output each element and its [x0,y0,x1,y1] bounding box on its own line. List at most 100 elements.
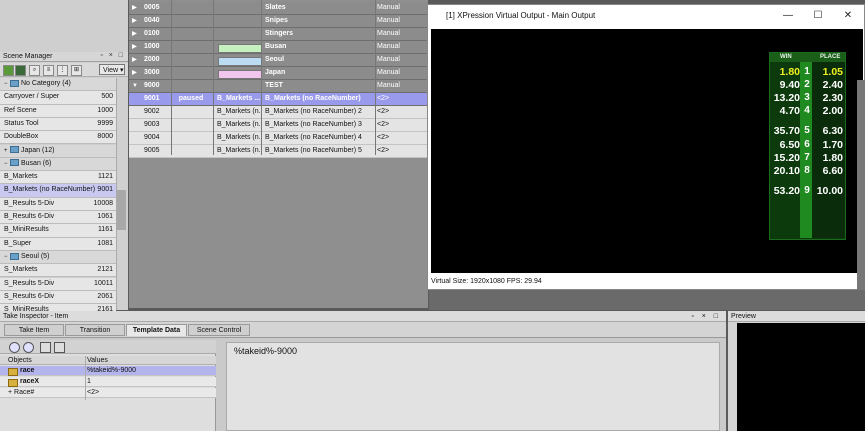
columns-icon[interactable]: ⋮ [57,65,68,76]
take-inspector-title-text: Take Inspector - Item [3,313,69,320]
scene-label: No Category (4) [21,80,71,87]
take-item-row[interactable]: 9002 B_Markets (n... B_Markets (no RaceNum… [129,106,428,119]
scoreboard-row: 53.20 9 10.00 [770,183,845,199]
tab-take-item[interactable]: Take Item [4,324,64,336]
link-icon[interactable] [40,342,51,353]
take-group-row[interactable]: ▶ 0005 Slates Manual [129,2,428,15]
scene-category[interactable]: − No Category (4) [0,78,116,92]
column-divider[interactable] [171,0,172,155]
group-name: Busan [265,43,287,50]
scene-item[interactable]: S_Results 6-Div 2061 [0,290,116,305]
take-scene-short: B_Markets (n... [217,147,263,154]
scene-category[interactable]: − Busan (6) [0,157,116,172]
scene-label: Ref Scene [4,106,37,114]
scene-id: 1161 [97,226,113,234]
unlink-icon[interactable] [54,342,65,353]
take-item-row[interactable]: 9004 B_Markets (n... B_Markets (no RaceNum… [129,132,428,145]
group-name: Stingers [265,30,294,37]
column-divider[interactable] [375,0,376,155]
take-item-row[interactable]: 9003 B_Markets (n... B_Markets (no RaceNum… [129,119,428,132]
scoreboard-row: 4.70 4 2.00 [770,103,845,119]
maximize-button[interactable]: ☐ [803,5,833,27]
runner-number: 4 [804,105,810,116]
scene-item[interactable]: DoubleBox 8000 [0,131,116,145]
object-value[interactable]: <2> [87,388,99,398]
inspector-window-controls[interactable]: ▫ × □ [691,311,721,322]
scene-label: DoubleBox [4,133,39,141]
take-id: 9005 [144,147,160,154]
take-group-row[interactable]: ▼ 9000 TEST Manual [129,80,428,93]
chevron-right-icon[interactable]: ▶ [132,2,140,14]
object-name: raceX [20,378,40,385]
column-divider[interactable] [85,356,86,400]
scene-label: S_Markets [4,266,38,274]
scene-id: 1000 [97,106,113,114]
reload-icon[interactable] [23,342,34,353]
scene-item[interactable]: B_MiniResults 1161 [0,224,116,238]
object-row[interactable]: race %takeid%-9000 [0,366,216,376]
refresh-icon[interactable] [9,342,20,353]
scene-id: 10011 [94,279,113,287]
take-item-row[interactable]: 9005 B_Markets (n... B_Markets (no RaceNum… [129,145,428,158]
list-icon[interactable]: ≡ [43,65,54,76]
runner-number: 8 [804,165,810,176]
runner-number: 2 [804,79,810,90]
scene-item[interactable]: S_Results 5-Div 10011 [0,277,116,291]
scoreboard-header: WIN PLACE [770,53,845,62]
scene-label: B_MiniResults [4,226,49,234]
tab-template-data[interactable]: Template Data [126,324,187,336]
scene-label: S_Results 5-Div [4,279,55,287]
chevron-right-icon[interactable]: ▶ [132,67,140,79]
grid-icon[interactable]: ⊞ [71,65,82,76]
panel-window-controls[interactable]: ▫ × □ [100,52,125,59]
scene-item[interactable]: B_Results 5-Div 10008 [0,197,116,211]
take-output: <2> [377,134,390,141]
take-group-row[interactable]: ▶ 2000 Seoul Manual [129,54,428,67]
take-name: B_Markets (no RaceNumber) [265,95,361,102]
runner-number: 5 [804,125,810,136]
main-scrollbar[interactable] [857,80,865,290]
scene-category[interactable]: + Japan (12) [0,144,116,158]
runner-number: 3 [804,92,810,103]
search-icon[interactable]: ⌕ [29,65,40,76]
scene-id: 9999 [97,119,113,127]
chevron-right-icon[interactable]: ▶ [132,28,140,40]
chevron-right-icon[interactable]: ▶ [132,41,140,53]
tab-scene-control[interactable]: Scene Control [188,324,250,336]
scene-item[interactable]: B_Markets (no RaceNumber) 9001 [0,184,116,198]
add-scene-icon[interactable] [3,65,14,76]
value-text-field[interactable]: %takeid%-9000 [226,342,720,431]
win-odds: 35.70 [773,125,800,137]
scene-item[interactable]: Status Tool 9999 [0,117,116,132]
view-dropdown[interactable]: View ▾ [99,64,125,75]
scene-item[interactable]: B_Super 1081 [0,237,116,251]
scene-category[interactable]: − Seoul (5) [0,250,116,265]
scene-item[interactable]: Carryover / Super 500 [0,91,116,105]
take-group-row[interactable]: ▶ 0100 Stingers Manual [129,28,428,41]
win-odds: 20.10 [773,165,800,177]
object-row[interactable]: + Race# <2> [0,388,216,398]
column-divider[interactable] [261,0,262,155]
chevron-right-icon[interactable]: ▶ [132,54,140,66]
scene-item[interactable]: S_Markets 2121 [0,264,116,278]
object-row[interactable]: raceX 1 [0,377,216,387]
close-button[interactable]: ✕ [833,5,863,27]
chevron-right-icon[interactable]: ▶ [132,15,140,27]
take-group-row[interactable]: ▶ 0040 Snipes Manual [129,15,428,28]
take-group-row[interactable]: ▶ 1000 Busan Manual [129,41,428,54]
column-divider[interactable] [213,0,214,155]
minimize-button[interactable]: — [773,5,803,27]
scene-item[interactable]: Ref Scene 1000 [0,104,116,118]
group-id: 9000 [144,82,160,89]
virtual-output-title-text: [1] XPression Virtual Output - Main Outp… [446,11,596,20]
scene-item[interactable]: B_Markets 1121 [0,171,116,185]
add-folder-icon[interactable] [15,65,26,76]
object-value[interactable]: %takeid%-9000 [87,366,136,376]
object-value[interactable]: 1 [87,377,91,387]
scene-list-scroll-thumb[interactable] [117,190,126,230]
tab-transition[interactable]: Transition [65,324,125,336]
scene-item[interactable]: B_Results 6-Div 1061 [0,211,116,225]
take-group-row[interactable]: ▶ 3000 Japan Manual [129,67,428,80]
take-item-row[interactable]: 9001 paused B_Markets ... B_Markets (no Rac… [129,93,428,106]
chevron-down-icon[interactable]: ▼ [132,80,140,92]
